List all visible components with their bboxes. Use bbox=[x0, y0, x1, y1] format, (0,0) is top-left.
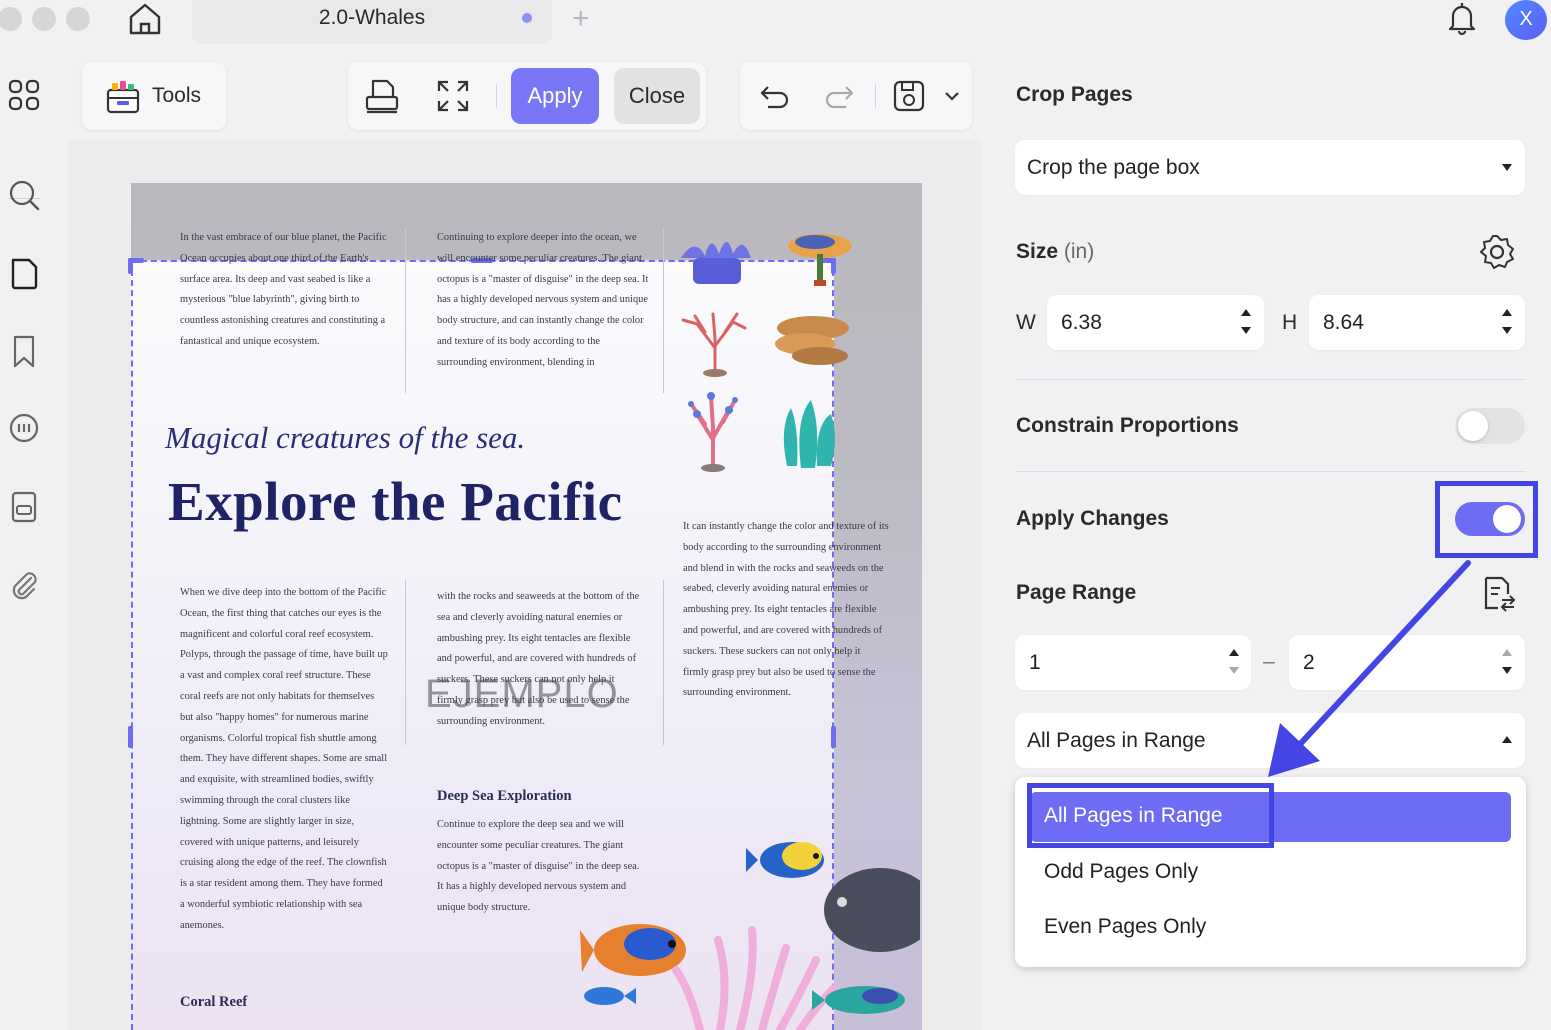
toggle-knob bbox=[1458, 411, 1488, 441]
toolbar-divider bbox=[496, 84, 497, 108]
tab-title: 2.0-Whales bbox=[318, 6, 426, 29]
title-bar: 2.0-Whales + X bbox=[0, 0, 1551, 52]
apply-changes-label: Apply Changes bbox=[1016, 507, 1169, 530]
window-close-button[interactable] bbox=[0, 7, 22, 31]
apply-button[interactable]: Apply bbox=[511, 68, 599, 124]
caret-down-icon bbox=[1502, 164, 1512, 171]
increment-icon[interactable] bbox=[1229, 649, 1239, 656]
width-label: W bbox=[1016, 311, 1036, 334]
caret-up-icon bbox=[1502, 736, 1512, 743]
fish-illustrations bbox=[580, 842, 920, 1030]
coral-illustrations bbox=[681, 234, 852, 472]
redo-icon[interactable] bbox=[820, 77, 858, 115]
attachment-icon[interactable] bbox=[5, 566, 43, 604]
decrement-icon[interactable] bbox=[1502, 327, 1512, 334]
crop-toolbar-group: Apply Close bbox=[348, 62, 706, 130]
home-icon[interactable] bbox=[126, 0, 164, 38]
panel-title: Crop Pages bbox=[1016, 83, 1133, 106]
body-text-col3: It can instantly change the color and te… bbox=[683, 521, 889, 699]
section-heading-deep-sea: Deep Sea Exploration bbox=[437, 788, 572, 804]
range-from-value: 1 bbox=[1029, 651, 1041, 674]
column-divider bbox=[663, 580, 664, 745]
crop-handle-top-left-v[interactable] bbox=[128, 258, 133, 274]
width-field[interactable]: 6.38 bbox=[1047, 295, 1264, 350]
page-icon[interactable] bbox=[5, 254, 43, 292]
crop-handle-left[interactable] bbox=[128, 726, 133, 748]
left-sidebar bbox=[0, 52, 50, 1030]
crop-page-icon[interactable] bbox=[363, 77, 401, 115]
height-label: H bbox=[1282, 311, 1298, 334]
height-field[interactable]: 8.64 bbox=[1309, 295, 1525, 350]
height-value: 8.64 bbox=[1323, 311, 1364, 334]
expand-icon[interactable] bbox=[434, 77, 472, 115]
search-icon[interactable] bbox=[5, 176, 43, 214]
decrement-icon[interactable] bbox=[1229, 667, 1239, 674]
crop-mode-value: Crop the page box bbox=[1027, 156, 1200, 179]
dropdown-option-odd[interactable]: Odd Pages Only bbox=[1044, 860, 1198, 884]
column-divider bbox=[405, 580, 406, 745]
constrain-label: Constrain Proportions bbox=[1016, 414, 1239, 437]
toolbox-icon bbox=[106, 81, 140, 114]
increment-icon[interactable] bbox=[1502, 309, 1512, 316]
decrement-icon[interactable] bbox=[1502, 667, 1512, 674]
bell-icon[interactable] bbox=[1444, 0, 1480, 36]
tools-button[interactable]: Tools bbox=[82, 62, 226, 130]
undo-icon[interactable] bbox=[756, 77, 794, 115]
increment-icon[interactable] bbox=[1502, 649, 1512, 656]
unsaved-dot bbox=[522, 13, 532, 23]
dropdown-option-even[interactable]: Even Pages Only bbox=[1044, 915, 1206, 939]
body-text-col2-top: Continuing to explore deeper into the oc… bbox=[437, 232, 649, 368]
width-value: 6.38 bbox=[1061, 311, 1102, 334]
section-heading-coral-reef: Coral Reef bbox=[180, 994, 248, 1010]
close-button[interactable]: Close bbox=[614, 68, 700, 124]
crop-mode-select[interactable]: Crop the page box bbox=[1015, 140, 1525, 195]
article-subtitle: Magical creatures of the sea. bbox=[165, 420, 526, 455]
divider bbox=[1016, 379, 1526, 380]
thumbnails-icon[interactable] bbox=[5, 76, 43, 114]
highlight-box-toggle bbox=[1435, 481, 1538, 558]
body-text-col1-bottom: When we dive deep into the bottom of the… bbox=[180, 587, 388, 931]
article-title: Explore the Pacific bbox=[168, 471, 623, 532]
body-text-col1-top: In the vast embrace of our blue planet, … bbox=[180, 232, 387, 347]
window-zoom-button[interactable] bbox=[66, 7, 90, 31]
tab-document[interactable]: 2.0-Whales bbox=[192, 0, 552, 44]
watermark: EJEMPLO bbox=[425, 672, 619, 716]
window-minimize-button[interactable] bbox=[32, 7, 56, 31]
history-toolbar-group bbox=[740, 62, 972, 130]
form-icon[interactable] bbox=[5, 488, 43, 526]
annotation-arrow bbox=[1268, 560, 1471, 777]
divider bbox=[1016, 471, 1526, 472]
bookmark-icon[interactable] bbox=[5, 332, 43, 370]
tools-label: Tools bbox=[152, 84, 202, 107]
highlight-box-option bbox=[1027, 783, 1274, 848]
toolbar-divider bbox=[875, 84, 876, 108]
column-divider bbox=[663, 228, 664, 393]
size-unit: (in) bbox=[1063, 240, 1095, 263]
range-from-field[interactable]: 1 bbox=[1015, 635, 1251, 690]
crop-handle-right[interactable] bbox=[831, 726, 836, 748]
avatar[interactable]: X bbox=[1505, 0, 1547, 40]
comment-icon[interactable] bbox=[5, 410, 43, 448]
size-label-text: Size bbox=[1016, 240, 1059, 263]
chevron-down-icon[interactable] bbox=[938, 82, 966, 110]
size-label: Size (in) bbox=[1016, 240, 1094, 264]
decrement-icon[interactable] bbox=[1241, 327, 1251, 334]
gear-icon[interactable] bbox=[1478, 233, 1516, 271]
range-mode-value: All Pages in Range bbox=[1027, 729, 1206, 752]
column-divider bbox=[405, 228, 406, 393]
new-tab-button[interactable]: + bbox=[572, 2, 590, 36]
page-range-label: Page Range bbox=[1016, 581, 1137, 604]
constrain-toggle[interactable] bbox=[1455, 408, 1525, 444]
increment-icon[interactable] bbox=[1241, 309, 1251, 316]
save-icon[interactable] bbox=[890, 77, 928, 115]
